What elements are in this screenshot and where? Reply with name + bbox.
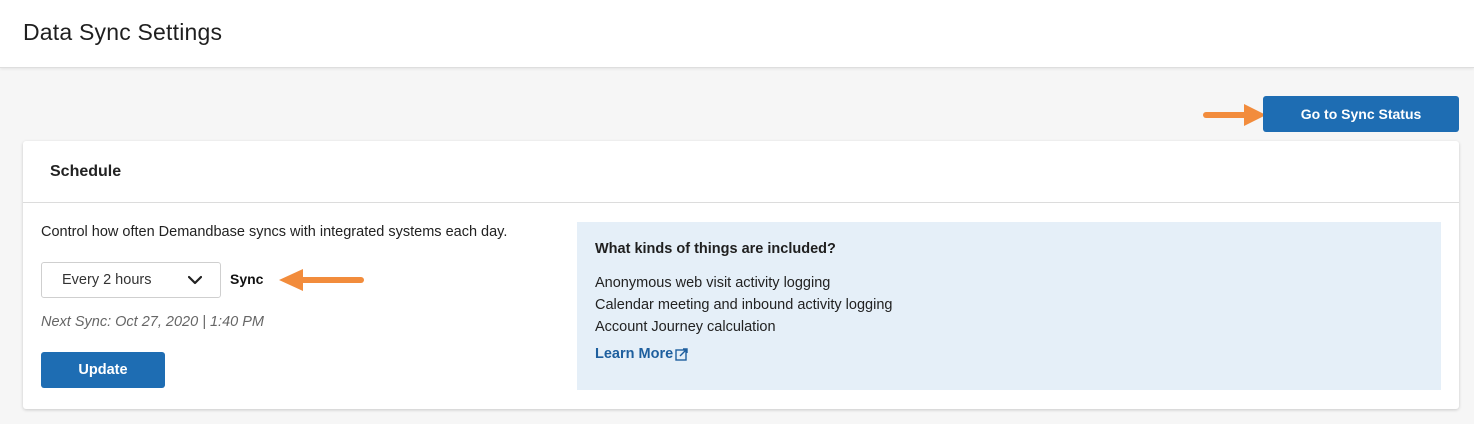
schedule-card-header: Schedule <box>23 141 1459 203</box>
schedule-description: Control how often Demandbase syncs with … <box>41 224 508 240</box>
update-button[interactable]: Update <box>41 352 165 388</box>
arrow-annotation-icon <box>279 269 364 291</box>
chevron-down-icon <box>188 275 202 285</box>
external-link-icon <box>675 347 688 361</box>
page-header: Data Sync Settings <box>0 0 1474 68</box>
info-heading: What kinds of things are included? <box>595 241 836 257</box>
learn-more-label: Learn More <box>595 346 674 362</box>
included-info-panel: What kinds of things are included? Anony… <box>577 222 1441 390</box>
sync-frequency-value: Every 2 hours <box>62 272 152 288</box>
sync-frequency-select[interactable]: Every 2 hours <box>41 262 221 298</box>
list-item: Account Journey calculation <box>595 319 776 335</box>
go-to-sync-status-button[interactable]: Go to Sync Status <box>1263 96 1459 132</box>
learn-more-link[interactable]: Learn More <box>595 346 688 362</box>
included-items-list: Anonymous web visit activity logging Cal… <box>595 272 892 338</box>
list-item: Anonymous web visit activity logging <box>595 275 831 291</box>
list-item: Calendar meeting and inbound activity lo… <box>595 297 893 313</box>
schedule-card: Schedule Control how often Demandbase sy… <box>23 141 1459 409</box>
schedule-title: Schedule <box>50 163 122 180</box>
arrow-annotation-icon <box>1203 104 1266 126</box>
page-title: Data Sync Settings <box>23 19 223 45</box>
next-sync-time: Next Sync: Oct 27, 2020 | 1:40 PM <box>41 314 264 330</box>
sync-label: Sync <box>230 271 264 287</box>
